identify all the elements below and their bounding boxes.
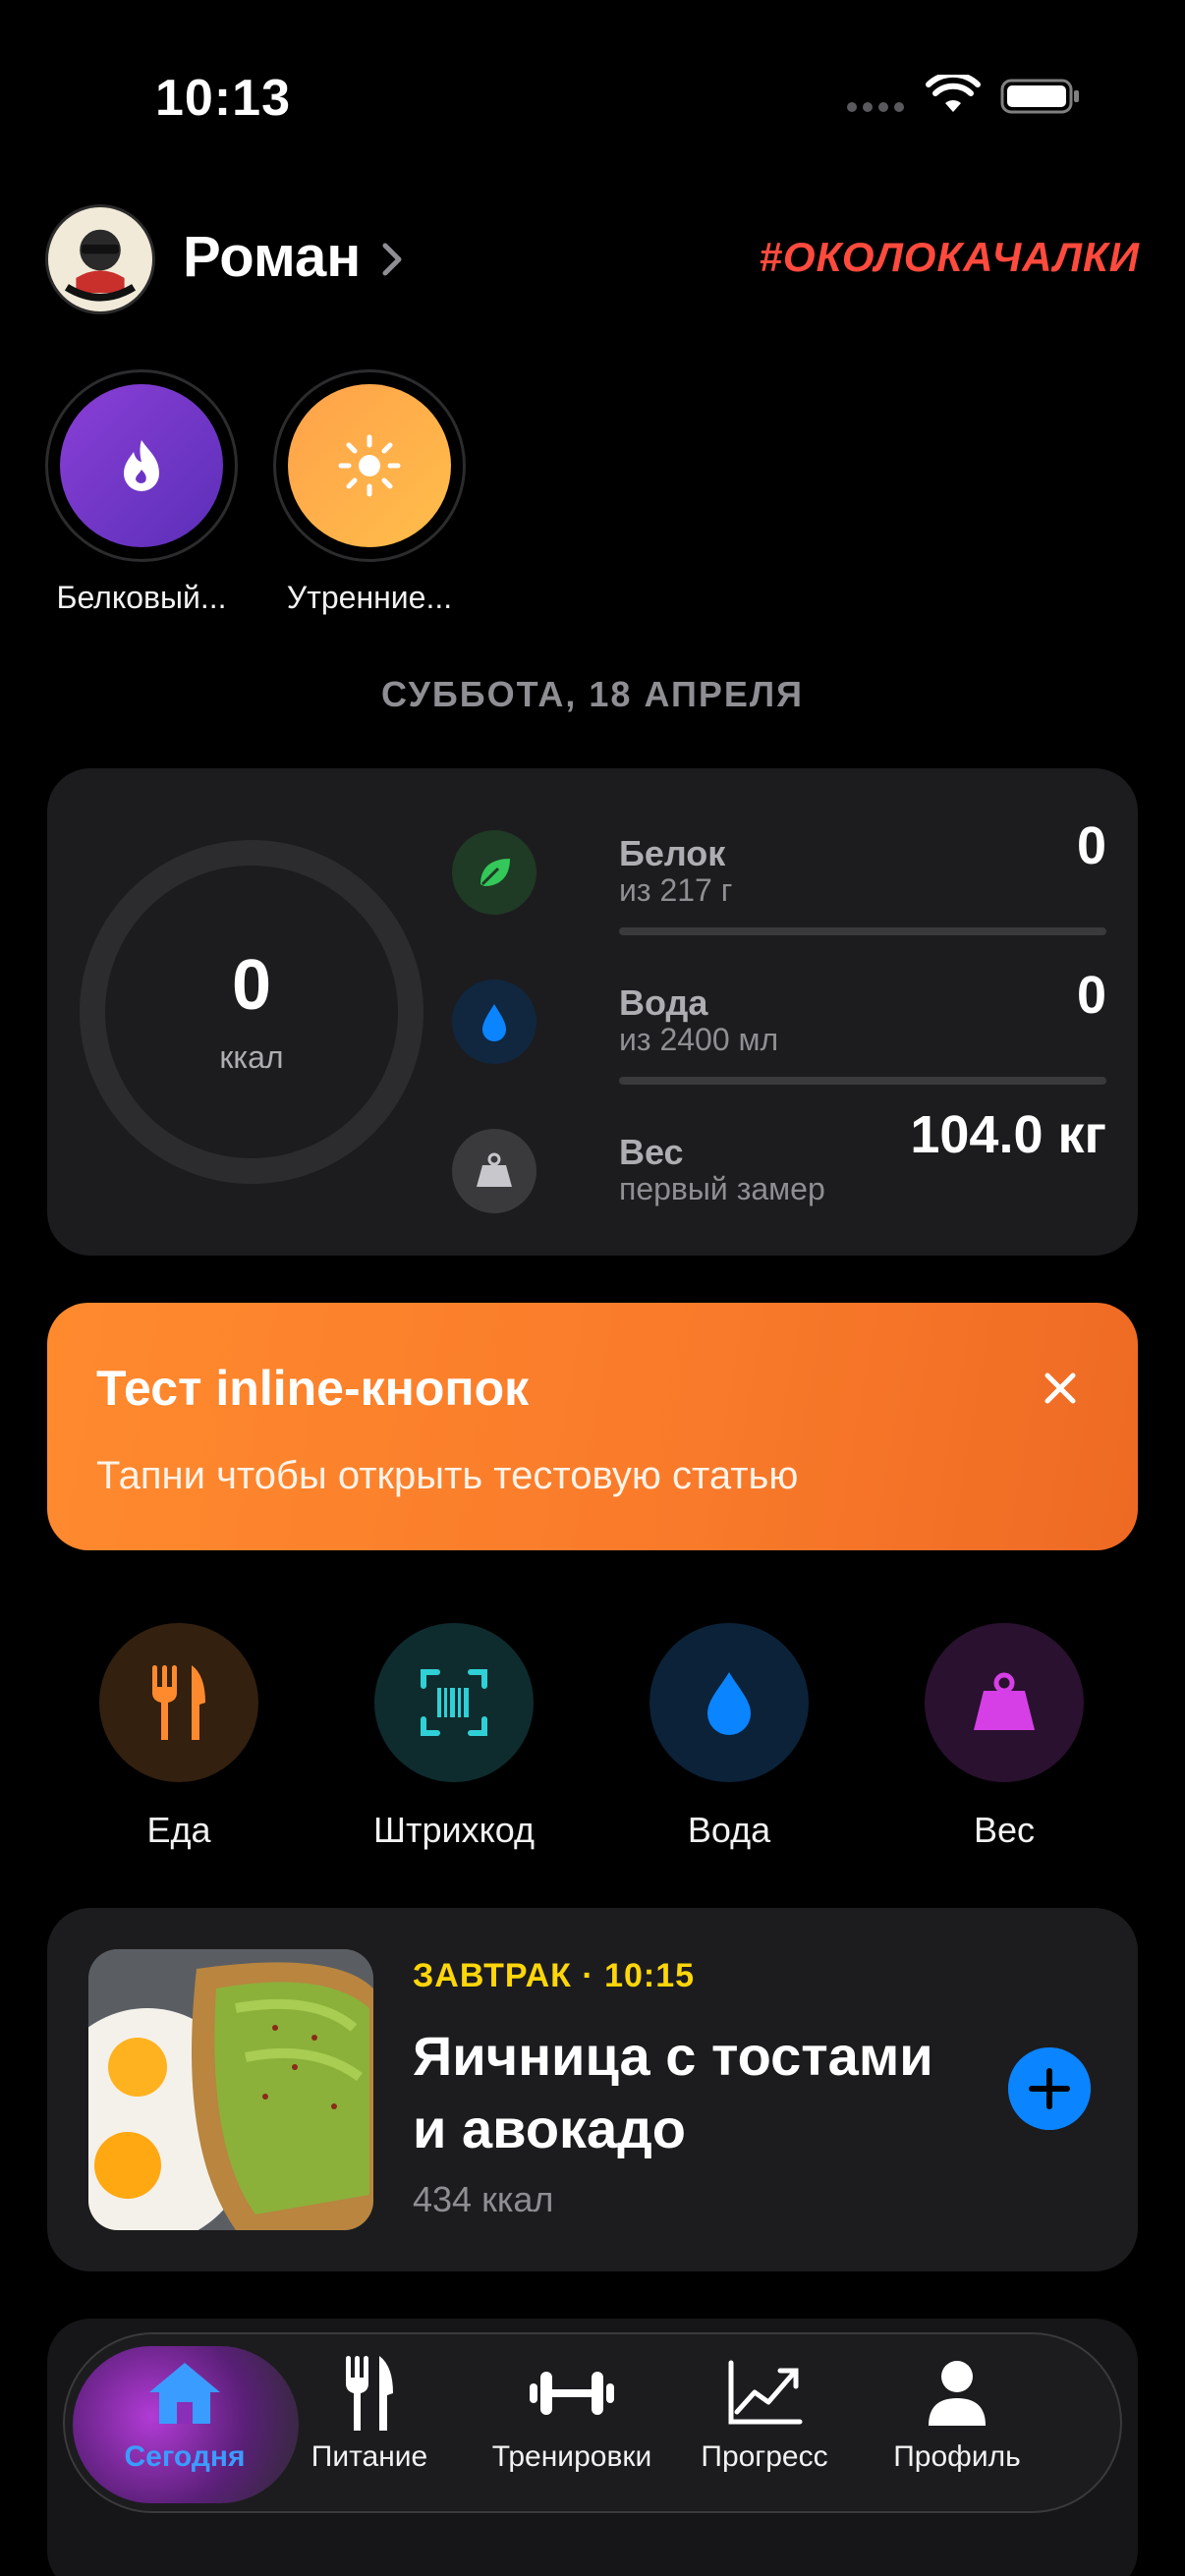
meal-time-tag: ЗАВТРАК · 10:15 bbox=[413, 1957, 696, 1994]
protein-target: из 217 г bbox=[619, 872, 733, 908]
daily-summary-card[interactable]: 0 ккал Белок из 217 г 0 Вода из 2400 мл … bbox=[47, 768, 1138, 1256]
promo-banner[interactable]: Тест inline-кнопок Тапни чтобы открыть т… bbox=[47, 1303, 1138, 1550]
add-meal-button[interactable] bbox=[1008, 2047, 1091, 2130]
protein-value: 0 bbox=[1076, 816, 1106, 875]
promo-title: Тест inline-кнопок bbox=[96, 1361, 530, 1416]
kcal-value: 0 bbox=[231, 946, 272, 1025]
quick-action-label: Вода bbox=[687, 1810, 771, 1850]
quick-action-weight[interactable]: Вес bbox=[886, 1623, 1122, 1851]
close-icon[interactable] bbox=[1036, 1364, 1085, 1413]
tab-label: Питание bbox=[310, 2440, 428, 2473]
tab-bar: Сегодня Питание Тренировки Прогресс Проф… bbox=[63, 2332, 1122, 2513]
weight-title: Вес bbox=[619, 1132, 684, 1172]
barcode-icon bbox=[374, 1623, 534, 1782]
tab-nutrition[interactable]: Питание bbox=[271, 2354, 468, 2501]
story-label: Белковый... bbox=[56, 580, 227, 615]
weight-value: 104.0 кг bbox=[910, 1105, 1106, 1164]
flame-icon bbox=[60, 384, 223, 547]
story-protein[interactable]: Белковый... bbox=[43, 369, 240, 616]
wifi-icon bbox=[926, 75, 981, 112]
fork-knife-icon bbox=[325, 2354, 414, 2433]
water-metric[interactable]: Вода из 2400 мл 0 bbox=[452, 966, 1106, 1094]
user-name[interactable]: Роман bbox=[183, 224, 361, 290]
protein-metric[interactable]: Белок из 217 г 0 bbox=[452, 816, 1106, 945]
meal-card[interactable]: ЗАВТРАК · 10:15 Яичница с тостами и авок… bbox=[47, 1908, 1138, 2271]
brand-logo: #ОКОЛОКАЧАЛКИ bbox=[759, 234, 1140, 280]
water-target: из 2400 мл bbox=[619, 1022, 779, 1057]
story-label: Утренние... bbox=[286, 580, 453, 615]
tab-workouts[interactable]: Тренировки bbox=[474, 2354, 670, 2501]
kcal-unit: ккал bbox=[219, 1039, 284, 1075]
avatar[interactable] bbox=[45, 204, 155, 314]
weight-icon bbox=[925, 1623, 1084, 1782]
quick-action-label: Еда bbox=[146, 1810, 211, 1850]
tab-profile[interactable]: Профиль bbox=[859, 2354, 1055, 2501]
quick-action-barcode[interactable]: Штрихкод bbox=[336, 1623, 572, 1851]
promo-subtitle: Тапни чтобы открыть тестовую статью bbox=[96, 1454, 799, 1497]
story-ring bbox=[273, 369, 466, 562]
dumbbell-icon bbox=[528, 2354, 616, 2433]
status-bar: 10:13 bbox=[0, 0, 1185, 187]
chevron-right-icon[interactable] bbox=[379, 240, 405, 279]
meal-kcal: 434 ккал bbox=[413, 2179, 554, 2219]
weight-metric[interactable]: Вес первый замер 104.0 кг bbox=[452, 1105, 1106, 1244]
sun-icon bbox=[288, 384, 451, 547]
protein-title: Белок bbox=[619, 833, 726, 873]
water-drop-icon bbox=[452, 980, 536, 1064]
quick-action-label: Вес bbox=[973, 1810, 1036, 1850]
water-progress-bar bbox=[619, 1077, 1106, 1085]
weight-icon bbox=[452, 1129, 536, 1213]
date-label: СУББОТА, 18 АПРЕЛЯ bbox=[381, 674, 804, 714]
protein-progress-bar bbox=[619, 927, 1106, 935]
meal-title: Яичница с тостами и авокадо bbox=[413, 2025, 933, 2159]
leaf-icon bbox=[452, 830, 536, 915]
water-drop-icon bbox=[649, 1623, 809, 1782]
tab-today[interactable]: Сегодня bbox=[86, 2354, 283, 2501]
story-ring bbox=[45, 369, 238, 562]
tab-progress[interactable]: Прогресс bbox=[666, 2354, 863, 2501]
quick-action-label: Штрихкод bbox=[372, 1810, 535, 1850]
story-morning[interactable]: Утренние... bbox=[271, 369, 468, 616]
meal-photo bbox=[88, 1949, 373, 2230]
tab-label: Профиль bbox=[893, 2440, 1021, 2473]
tab-label: Сегодня bbox=[124, 2440, 246, 2473]
person-icon bbox=[913, 2354, 1001, 2433]
quick-action-food[interactable]: Еда bbox=[61, 1623, 297, 1851]
weight-note: первый замер bbox=[619, 1171, 825, 1206]
water-title: Вода bbox=[619, 982, 708, 1023]
water-value: 0 bbox=[1076, 966, 1106, 1025]
quick-action-water[interactable]: Вода bbox=[611, 1623, 847, 1851]
tab-label: Тренировки bbox=[491, 2440, 652, 2473]
fork-knife-icon bbox=[99, 1623, 258, 1782]
tab-label: Прогресс bbox=[701, 2440, 828, 2473]
battery-icon bbox=[1000, 79, 1079, 114]
status-time: 10:13 bbox=[155, 70, 291, 127]
chart-icon bbox=[720, 2354, 809, 2433]
home-icon bbox=[141, 2354, 229, 2433]
signal-dots-icon bbox=[847, 102, 908, 112]
